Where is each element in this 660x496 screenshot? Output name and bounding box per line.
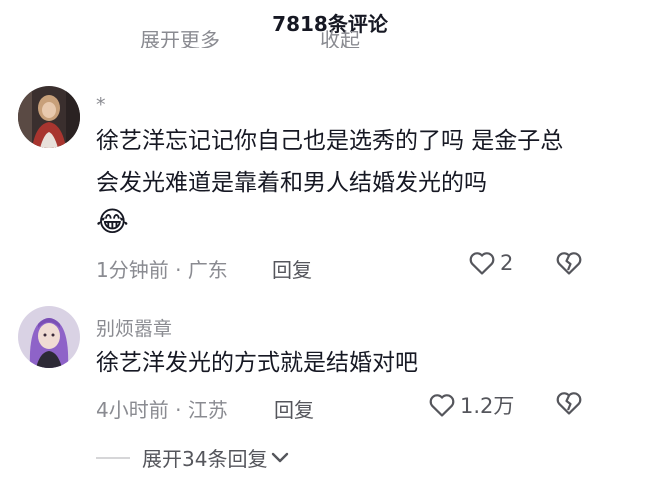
meta-separator: · xyxy=(175,258,188,282)
like-button[interactable]: 2 xyxy=(468,250,513,276)
clipped-previous-actions: 展开更多 收起 xyxy=(140,30,540,48)
broken-heart-icon xyxy=(556,252,582,275)
comment-location: 广东 xyxy=(187,258,228,282)
comment-location: 江苏 xyxy=(187,398,228,422)
avatar[interactable] xyxy=(18,86,80,148)
expand-divider xyxy=(96,456,130,459)
heart-outline-icon xyxy=(469,252,495,275)
reply-button[interactable]: 回复 xyxy=(274,394,314,423)
broken-heart-icon xyxy=(556,392,582,415)
reply-button[interactable]: 回复 xyxy=(272,254,312,283)
comment-meta: 4小时前 · 江苏 xyxy=(96,394,228,423)
dislike-button[interactable] xyxy=(555,250,583,280)
laughing-crying-emoji-icon: 😂 xyxy=(96,205,129,238)
chevron-down-icon xyxy=(272,452,289,462)
username[interactable]: * xyxy=(96,94,106,116)
expand-replies-label: 展开34条回复 xyxy=(142,447,268,471)
like-count: 2 xyxy=(500,251,514,275)
expand-replies-button[interactable]: 展开34条回复 xyxy=(96,443,289,472)
clipped-collapse-text[interactable]: 收起 xyxy=(320,30,360,48)
clipped-expand-more-text[interactable]: 展开更多 xyxy=(140,30,220,48)
comment-time: 1分钟前 xyxy=(96,258,169,282)
comment-text: 徐艺洋发光的方式就是结婚对吧 xyxy=(96,350,418,376)
meta-separator: · xyxy=(175,398,188,422)
comment-time: 4小时前 xyxy=(96,398,169,422)
username[interactable]: 别烦嚣章 xyxy=(96,314,172,341)
dislike-button[interactable] xyxy=(555,390,583,420)
like-button[interactable]: 1.2万 xyxy=(428,390,514,420)
heart-outline-icon xyxy=(429,394,455,417)
like-count: 1.2万 xyxy=(460,394,515,418)
avatar[interactable] xyxy=(18,306,80,368)
comment-text: 徐艺洋忘记记你自己也是选秀的了吗 是金子总会发光难道是靠着和男人结婚发光的吗 xyxy=(96,128,564,196)
comment-meta: 1分钟前 · 广东 xyxy=(96,254,228,283)
